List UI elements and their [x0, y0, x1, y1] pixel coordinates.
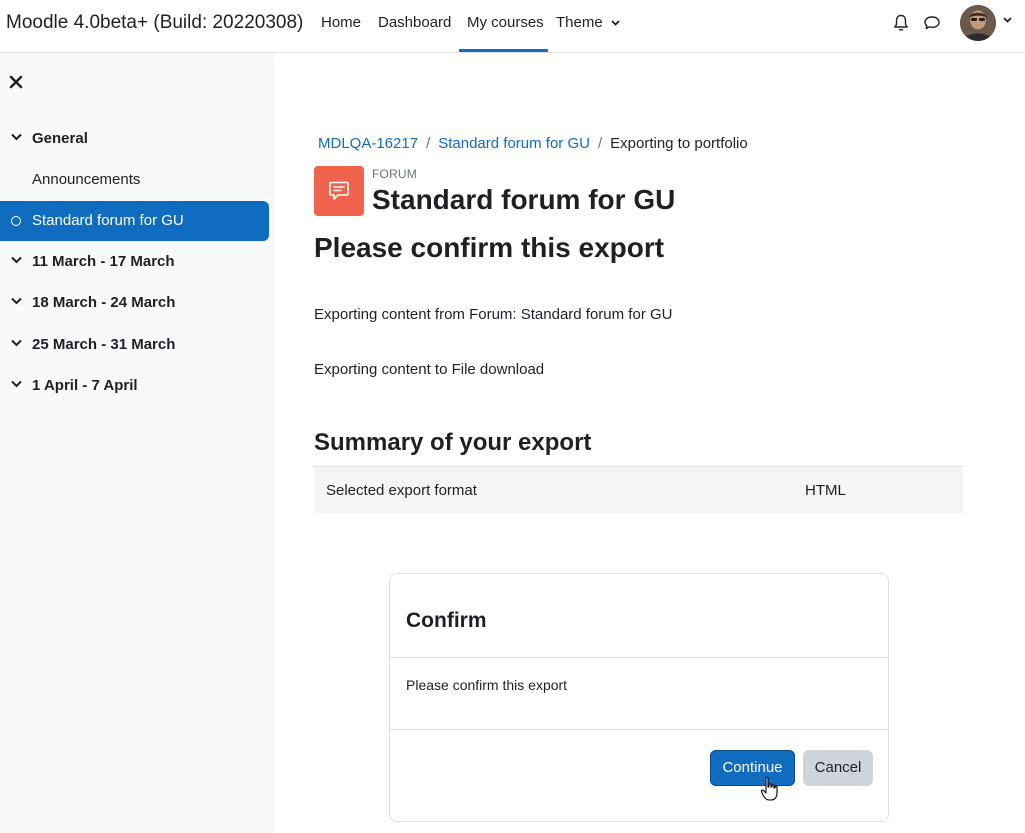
continue-button[interactable]: Continue	[710, 750, 795, 786]
chevron-down-icon[interactable]	[11, 133, 22, 141]
hand-cursor-icon	[760, 776, 778, 801]
sidebar-item-label: 18 March - 24 March	[32, 294, 176, 311]
sidebar-section-week-4[interactable]: 1 April - 7 April	[0, 366, 275, 406]
close-icon[interactable]	[9, 75, 23, 89]
sidebar-item-label: Standard forum for GU	[32, 212, 184, 229]
nav-dashboard[interactable]: Dashboard	[378, 0, 451, 52]
avatar-image	[960, 5, 996, 41]
confirm-heading: Please confirm this export	[314, 232, 665, 263]
bell-icon[interactable]	[891, 13, 911, 33]
site-name[interactable]: Moodle 4.0beta+ (Build: 20220308)	[6, 12, 303, 34]
breadcrumb-link-forum[interactable]: Standard forum for GU	[438, 135, 590, 152]
sidebar-item-label: General	[32, 130, 88, 147]
sidebar-item-label: 1 April - 7 April	[32, 377, 138, 394]
nav-theme[interactable]: Theme	[556, 0, 620, 52]
confirm-dialog: Confirm Please confirm this export Conti…	[389, 573, 889, 822]
sidebar-section-general[interactable]: General	[0, 119, 275, 159]
breadcrumb-separator: /	[426, 135, 431, 152]
forum-icon	[329, 181, 349, 200]
chevron-down-icon[interactable]	[11, 380, 22, 388]
sidebar-section-week-2[interactable]: 18 March - 24 March	[0, 283, 275, 323]
nav-theme-label: Theme	[556, 14, 603, 31]
avatar[interactable]	[960, 5, 996, 41]
summary-label: Selected export format	[326, 482, 477, 499]
page-title: Standard forum for GU	[372, 184, 676, 215]
top-navbar: Moodle 4.0beta+ (Build: 20220308) Home D…	[0, 0, 1025, 53]
nav-dashboard-label: Dashboard	[378, 14, 452, 31]
sidebar-item-label: 11 March - 17 March	[32, 253, 175, 270]
nav-home[interactable]: Home	[321, 0, 361, 52]
chat-icon[interactable]	[922, 13, 942, 33]
course-index-drawer: General Announcements Standard forum for…	[0, 53, 275, 833]
summary-table-row: Selected export format HTML	[314, 466, 963, 513]
breadcrumb-current: Exporting to portfolio	[610, 135, 748, 152]
export-source-text: Exporting content from Forum: Standard f…	[314, 306, 673, 323]
sidebar-section-week-3[interactable]: 25 March - 31 March	[0, 325, 275, 365]
nav-my-courses-label: My courses	[467, 14, 544, 31]
breadcrumb: MDLQA-16217 / Standard forum for GU / Export…	[318, 135, 748, 152]
chevron-down-icon[interactable]	[11, 256, 22, 264]
confirm-message: Please confirm this export	[406, 677, 568, 693]
divider	[390, 657, 888, 658]
sidebar-section-week-1[interactable]: 11 March - 17 March	[0, 242, 275, 282]
sidebar-item-label: Announcements	[32, 171, 141, 188]
cancel-button[interactable]: Cancel	[803, 750, 873, 786]
activity-type-label: FORUM	[372, 167, 417, 181]
sidebar-item-label: 25 March - 31 March	[32, 336, 176, 353]
breadcrumb-link-course[interactable]: MDLQA-16217	[318, 135, 418, 152]
breadcrumb-separator: /	[597, 135, 603, 152]
chevron-down-icon[interactable]	[11, 297, 22, 305]
user-menu-chevron-icon[interactable]	[1003, 17, 1012, 23]
forum-activity-icon	[314, 166, 364, 216]
divider	[390, 729, 888, 730]
summary-value: HTML	[805, 482, 846, 499]
summary-heading: Summary of your export	[314, 429, 592, 456]
circle-icon	[11, 216, 21, 226]
sidebar-item-announcements[interactable]: Announcements	[0, 160, 275, 200]
chevron-down-icon[interactable]	[11, 339, 22, 347]
nav-my-courses[interactable]: My courses	[459, 0, 548, 52]
sidebar-item-standard-forum[interactable]: Standard forum for GU	[0, 201, 269, 241]
export-destination-text: Exporting content to File download	[314, 361, 545, 378]
confirm-title: Confirm	[406, 609, 487, 632]
chevron-down-icon	[611, 20, 620, 26]
nav-home-label: Home	[321, 14, 362, 31]
